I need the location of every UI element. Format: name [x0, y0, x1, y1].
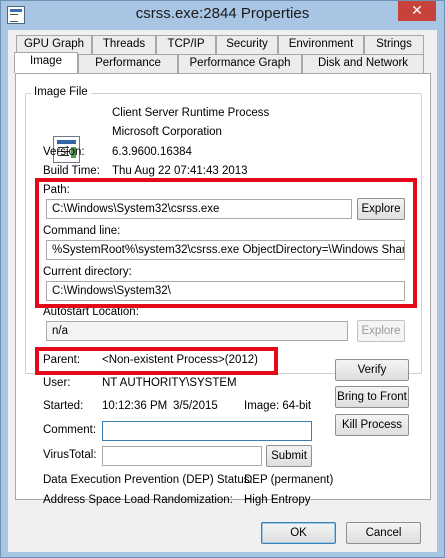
bring-to-front-button[interactable]: Bring to Front: [335, 386, 409, 408]
dep-value: DEP (permanent): [244, 474, 334, 486]
tab-environment[interactable]: Environment: [278, 35, 364, 54]
tab-performance-graph[interactable]: Performance Graph: [178, 54, 302, 73]
parent-highlight-box: [35, 347, 278, 375]
build-time-value: Thu Aug 22 07:41:43 2013: [112, 165, 248, 177]
tab-disk-and-network[interactable]: Disk and Network: [302, 54, 424, 73]
tab-strings[interactable]: Strings: [364, 35, 424, 54]
ok-button[interactable]: OK: [261, 522, 336, 544]
path-highlight-box: [35, 178, 417, 308]
aslr-value: High Entropy: [244, 494, 311, 506]
autostart-explore-button: Explore: [357, 320, 405, 342]
tab-threads[interactable]: Threads: [92, 35, 156, 54]
company-name: Microsoft Corporation: [112, 126, 222, 138]
image-tab-panel: Image File Client Server Runtime Process…: [15, 73, 431, 506]
close-button[interactable]: ✕: [398, 1, 436, 21]
cancel-button[interactable]: Cancel: [346, 522, 421, 544]
autostart-location-field[interactable]: n/a: [46, 321, 348, 341]
started-label: Started:: [43, 400, 84, 412]
user-value: NT AUTHORITY\SYSTEM: [102, 377, 237, 389]
dialog-client-area: GPU Graph Threads TCP/IP Security Enviro…: [8, 30, 437, 552]
dep-label: Data Execution Prevention (DEP) Status:: [43, 474, 253, 486]
aslr-label: Address Space Load Randomization:: [43, 494, 233, 506]
version-value: 6.3.9600.16384: [112, 146, 192, 158]
submit-button[interactable]: Submit: [266, 445, 312, 467]
properties-window: csrss.exe:2844 Properties ✕ GPU Graph Th…: [0, 0, 445, 558]
title-bar[interactable]: csrss.exe:2844 Properties ✕: [1, 1, 444, 29]
tab-security[interactable]: Security: [216, 35, 278, 54]
tab-tcp-ip[interactable]: TCP/IP: [156, 35, 216, 54]
started-date-value: 3/5/2015: [173, 400, 218, 412]
image-file-group-title: Image File: [31, 86, 91, 98]
comment-label: Comment:: [43, 424, 97, 436]
user-label: User:: [43, 377, 71, 389]
image-bits-value: Image: 64-bit: [244, 400, 312, 412]
version-label: Version:: [43, 146, 85, 158]
build-time-label: Build Time:: [43, 165, 100, 177]
comment-input[interactable]: [102, 421, 312, 441]
virustotal-field[interactable]: [102, 446, 262, 466]
kill-process-button[interactable]: Kill Process: [335, 414, 409, 436]
started-time-value: 10:12:36 PM: [102, 400, 168, 412]
file-description: Client Server Runtime Process: [112, 107, 270, 119]
verify-button[interactable]: Verify: [335, 359, 409, 381]
virustotal-label: VirusTotal:: [43, 449, 97, 461]
tab-performance[interactable]: Performance: [78, 54, 178, 73]
window-title: csrss.exe:2844 Properties: [135, 5, 310, 22]
tab-image[interactable]: Image: [14, 52, 78, 73]
